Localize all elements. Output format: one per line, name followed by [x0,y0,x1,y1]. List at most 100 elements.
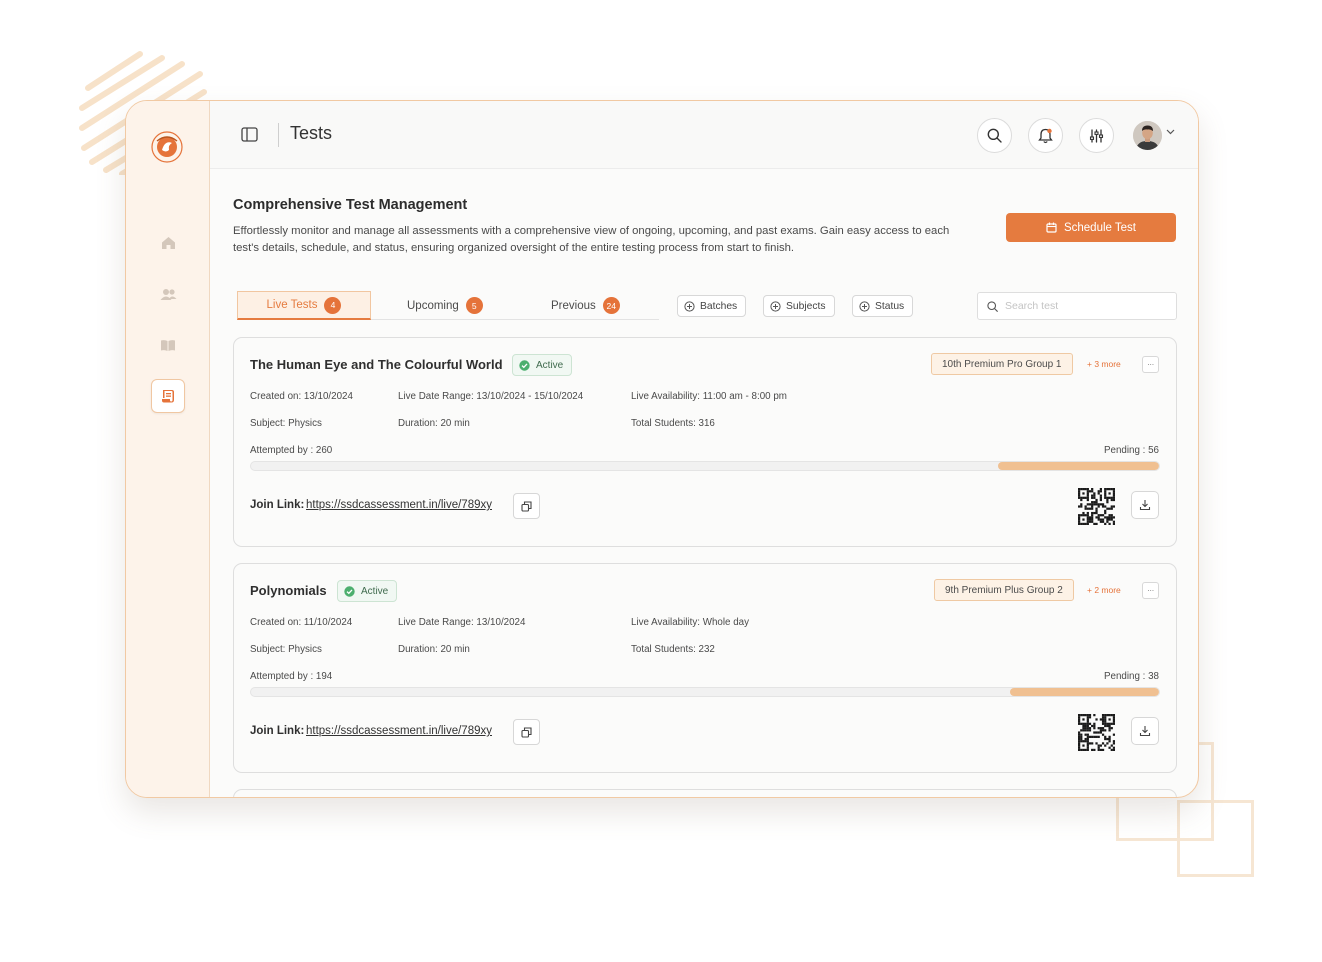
search-box [977,292,1177,320]
join-link[interactable]: https://ssdcassessment.in/live/789xy [306,725,492,737]
group-tag: 9th Premium Plus Group 2 [934,579,1074,601]
sidebar-toggle-icon[interactable] [241,127,258,142]
download-button[interactable] [1131,491,1159,519]
filter-label: Subjects [786,300,826,312]
pending-count: Pending : 56 [1103,445,1159,456]
test-card[interactable] [233,789,1177,797]
notifications-button[interactable] [1028,118,1063,153]
title-divider [278,123,279,147]
main-area: Tests Comprehensive Test Management Effo… [210,101,1198,797]
brand-logo [151,131,183,163]
tab-bar: Live Tests 4 Upcoming 5 Previous 24 [237,291,659,320]
stage: Tests Comprehensive Test Management Effo… [0,0,1322,962]
qr-code-icon[interactable] [1078,714,1115,751]
more-groups-link[interactable]: + 3 more [1087,359,1121,369]
settings-button[interactable] [1079,118,1114,153]
copy-icon [521,500,532,512]
live-availability: Live Availability: Whole day [631,617,749,628]
search-icon [987,300,998,312]
search-button[interactable] [977,118,1012,153]
sidebar-item-home[interactable] [151,226,185,260]
tab-count-badge: 4 [324,296,342,314]
app-window: Tests Comprehensive Test Management Effo… [125,100,1199,798]
decorative-square [1177,800,1254,877]
topbar: Tests [210,101,1198,169]
filter-subjects[interactable]: Subjects [763,295,835,317]
test-title: Polynomials [250,583,327,598]
subject: Subject: Physics [250,418,322,429]
home-icon [161,237,175,249]
live-date-range: Live Date Range: 13/10/2024 - 15/10/2024 [398,391,584,402]
tab-upcoming[interactable]: Upcoming 5 [407,291,483,320]
pending-count: Pending : 38 [1103,671,1159,682]
tab-label: Previous [551,299,596,312]
bell-icon [1038,128,1053,143]
section-heading: Comprehensive Test Management [233,197,468,213]
search-icon [987,128,1002,143]
join-link[interactable]: https://ssdcassessment.in/live/789xy [306,499,492,511]
sidebar [126,101,210,797]
sliders-icon [1089,128,1104,143]
status-label: Active [361,585,389,597]
total-students: Total Students: 316 [631,418,715,429]
content: Comprehensive Test Management Effortless… [233,197,1177,797]
attempted-count: Attempted by : 194 [250,671,333,682]
pending-segment [998,462,1159,470]
plus-circle-icon [770,300,781,312]
tab-live-tests[interactable]: Live Tests 4 [237,291,371,320]
plus-circle-icon [859,300,870,312]
tab-previous[interactable]: Previous 24 [551,291,620,320]
calendar-icon [1046,222,1057,233]
download-button[interactable] [1131,717,1159,745]
check-circle-icon [519,359,530,371]
filter-batches[interactable]: Batches [677,295,747,317]
copy-link-button[interactable] [513,719,540,745]
more-options-button[interactable]: ··· [1142,356,1159,373]
plus-circle-icon [684,300,695,312]
tab-count-badge: 24 [602,297,620,314]
schedule-test-label: Schedule Test [1063,221,1137,234]
subject: Subject: Physics [250,644,322,655]
scroll-icon [162,390,174,403]
page-title: Tests [290,123,333,143]
attempted-count: Attempted by : 260 [250,445,333,456]
status-badge: Active [512,354,573,376]
chevron-down-icon[interactable] [1166,129,1175,135]
schedule-test-button[interactable]: Schedule Test [1006,213,1176,242]
total-students: Total Students: 232 [631,644,715,655]
section-description: Effortlessly monitor and manage all asse… [233,225,950,254]
tab-label: Upcoming [407,299,459,312]
download-icon [1139,726,1151,737]
avatar[interactable] [1133,121,1162,150]
status-badge: Active [337,580,398,602]
sidebar-item-users[interactable] [151,277,185,311]
check-circle-icon [344,585,355,597]
filter-status[interactable]: Status [852,295,914,317]
test-card[interactable]: The Human Eye and The Colourful World Ac… [233,337,1177,547]
test-title: The Human Eye and The Colourful World [250,357,503,372]
live-date-range: Live Date Range: 13/10/2024 [398,617,526,628]
users-icon [160,288,176,300]
test-card[interactable]: Polynomials Active 9th Premium Plus Grou… [233,563,1177,773]
tab-count-badge: 5 [465,297,483,314]
pending-segment [1010,688,1159,696]
created-date: Created on: 11/10/2024 [250,617,353,628]
sidebar-item-library[interactable] [151,328,185,362]
user-photo [1133,121,1162,150]
tab-label: Live Tests [266,299,318,311]
search-input[interactable] [1005,300,1165,312]
copy-icon [521,726,532,738]
more-options-button[interactable]: ··· [1142,582,1159,599]
duration: Duration: 20 min [398,418,470,429]
more-groups-link[interactable]: + 2 more [1087,585,1121,595]
book-icon [161,339,175,351]
sidebar-item-tests[interactable] [151,379,185,413]
copy-link-button[interactable] [513,493,540,519]
live-availability: Live Availability: 11:00 am - 8:00 pm [631,391,787,402]
attempt-progress-bar [250,687,1160,697]
join-link-label: Join Link: [250,499,305,511]
filter-label: Batches [700,300,738,312]
download-icon [1139,500,1151,511]
qr-code-icon[interactable] [1078,488,1115,525]
status-label: Active [536,359,564,371]
